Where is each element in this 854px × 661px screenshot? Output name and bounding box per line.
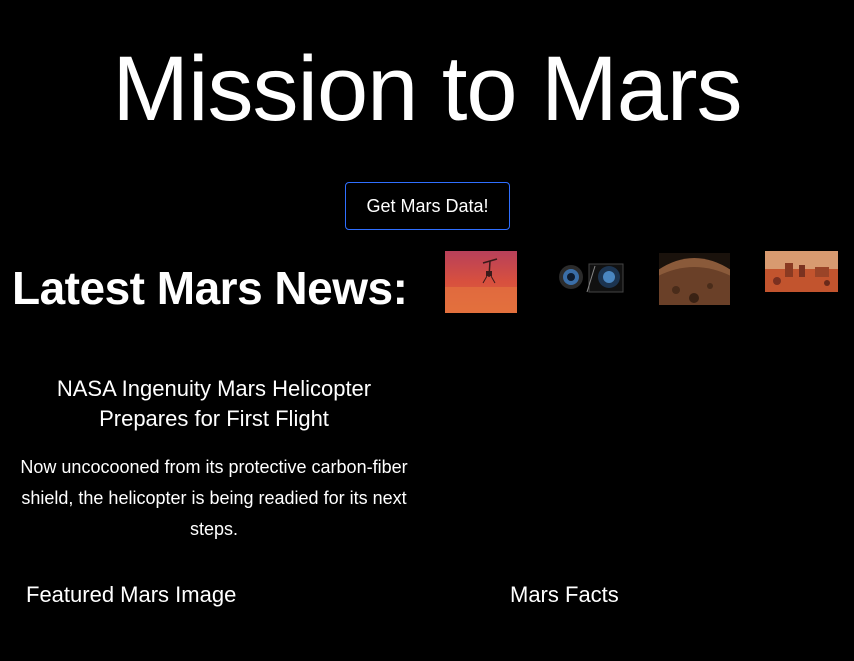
page: Mission to Mars Get Mars Data! Latest Ma… — [0, 0, 854, 661]
news-thumbnails — [445, 250, 845, 320]
camera-lens-image[interactable] — [557, 262, 625, 294]
get-mars-data-button[interactable]: Get Mars Data! — [345, 182, 510, 230]
featured-image-heading: Featured Mars Image — [26, 582, 237, 607]
mars-surface-panorama-image[interactable] — [658, 252, 731, 306]
news-article-title[interactable]: NASA Ingenuity Mars Helicopter Prepares … — [14, 374, 414, 434]
mars-facts-heading: Mars Facts — [510, 582, 619, 607]
helicopter-on-mars-image[interactable] — [445, 251, 517, 313]
news-article-teaser: Now uncocooned from its protective carbo… — [20, 457, 408, 539]
mars-rocks-landscape-image[interactable] — [765, 251, 838, 292]
latest-news-heading: Latest Mars News: — [12, 262, 408, 314]
page-title: Mission to Mars — [112, 38, 742, 140]
